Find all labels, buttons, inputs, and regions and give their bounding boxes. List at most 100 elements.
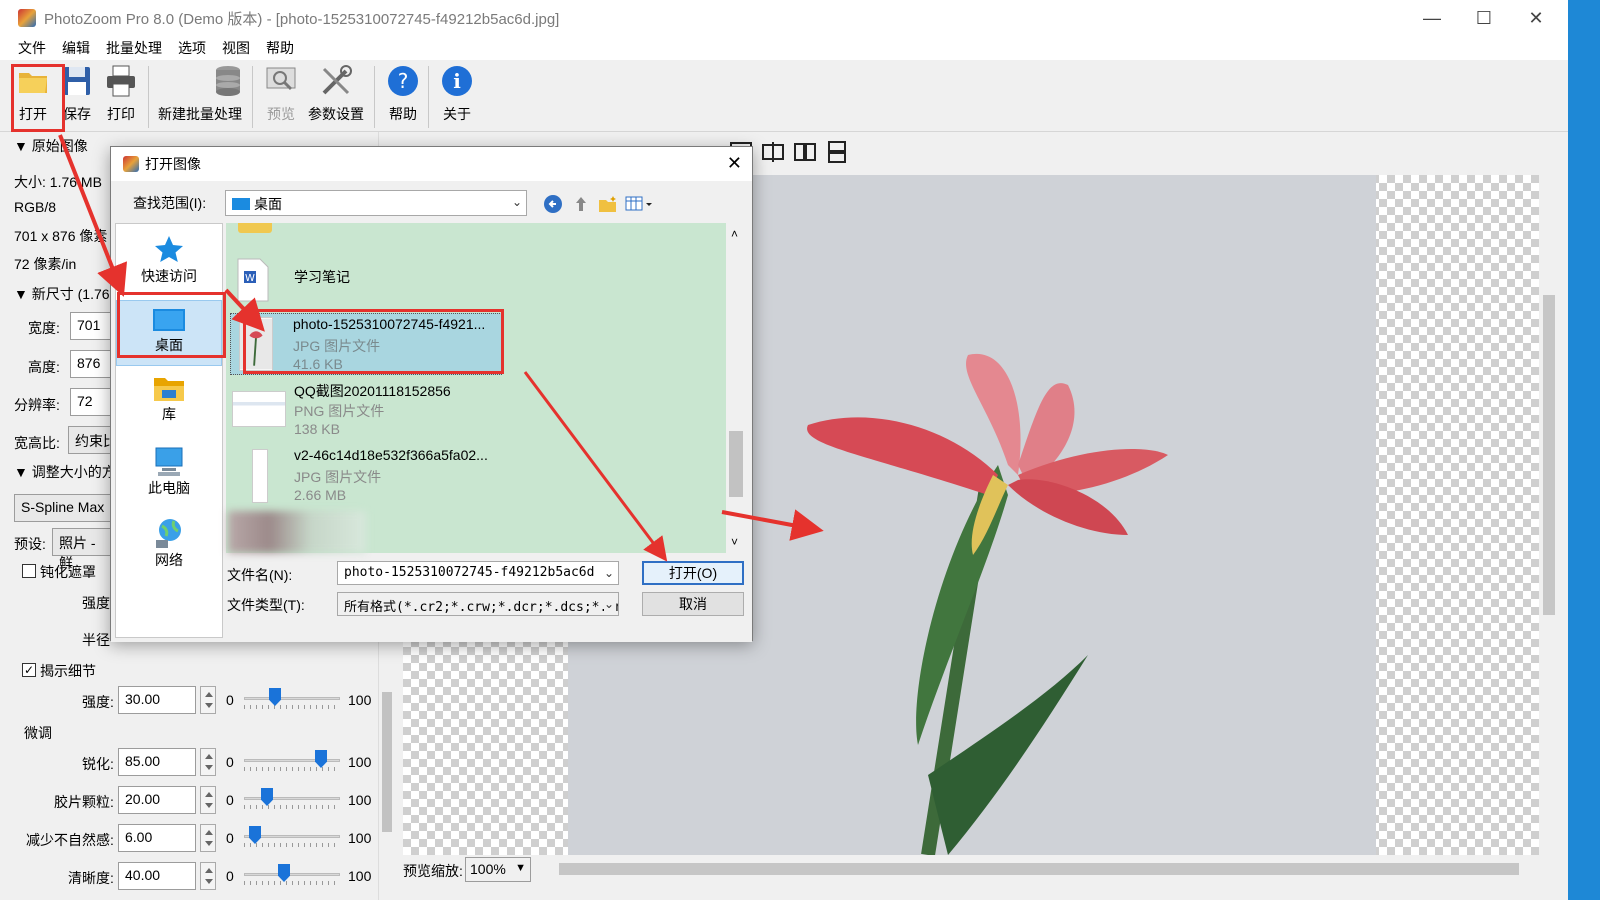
menu-batch[interactable]: 批量处理 [106,38,162,58]
chevron-down-icon: ⌄ [603,597,614,611]
file-list-scrollbar[interactable]: ˄ ˅ [726,223,746,553]
slider-thumb[interactable] [249,826,261,844]
save-button[interactable]: 保存 [60,64,94,124]
cancel-button[interactable]: 取消 [642,592,744,616]
artifact-reduction-field[interactable]: 6.00 [118,824,196,852]
chevron-down-icon: ⌄ [511,195,522,209]
print-button[interactable]: 打印 [104,64,138,124]
menu-help[interactable]: 帮助 [266,38,294,58]
split-center-icon[interactable] [760,140,786,164]
film-grain-spinner[interactable] [200,786,216,814]
top-bottom-icon[interactable] [824,140,850,164]
scrollbar-thumb[interactable] [382,692,392,832]
help-question-icon: ? [388,66,418,96]
filename-input[interactable]: photo-1525310072745-f49212b5ac6d ⌄ [337,561,619,585]
about-button[interactable]: i 关于 [440,64,474,124]
scrollbar-thumb[interactable] [1543,295,1555,615]
back-arrow-icon[interactable] [543,194,563,214]
reveal-strength-field[interactable]: 30.00 [118,686,196,714]
maximize-button[interactable]: ☐ [1458,0,1510,36]
original-image-header[interactable]: ▼ 原始图像 [14,136,88,156]
slider-thumb[interactable] [261,788,273,806]
file-item[interactable]: W 学习笔记 [232,253,512,303]
menu-options[interactable]: 选项 [178,38,206,58]
settings-button[interactable]: 参数设置 [308,64,364,124]
preview-vertical-scrollbar[interactable] [1539,175,1559,855]
reveal-detail-checkbox[interactable]: ✓ [22,663,36,677]
clarity-spinner[interactable] [200,862,216,890]
dialog-close-button[interactable]: ✕ [727,153,742,174]
resize-method-header[interactable]: ▼ 调整大小的方 [14,462,116,482]
artifact-reduction-slider[interactable] [244,826,340,847]
pixel-dimensions: 701 x 876 像素 [14,228,108,244]
film-grain-field[interactable]: 20.00 [118,786,196,814]
place-desktop[interactable]: 桌面 [116,300,222,366]
unsharp-mask-checkbox[interactable] [22,564,36,578]
menu-bar: 文件 编辑 批量处理 选项 视图 帮助 [0,36,1568,60]
close-button[interactable]: ✕ [1510,0,1562,36]
slider-thumb[interactable] [269,688,281,706]
minimize-button[interactable]: — [1406,0,1458,36]
reveal-strength-spinner[interactable] [200,686,216,714]
aspect-label: 宽高比: [14,435,60,451]
slider-min-label: 0 [226,830,234,846]
floppy-disk-icon [64,67,90,95]
resize-method-select[interactable]: S-Spline Max [14,494,124,522]
clarity-field[interactable]: 40.00 [118,862,196,890]
file-item-selected[interactable]: photo-1525310072745-f4921... JPG 图片文件 41… [230,313,502,375]
preview-monitor-icon [266,67,296,91]
reveal-detail-label: 揭示细节 [40,663,96,679]
place-quick-access[interactable]: 快速访问 [116,234,222,286]
preset-select[interactable]: 照片 - 鲜 [52,528,112,571]
help-button[interactable]: ? 帮助 [386,64,420,124]
word-document-icon: W [237,258,269,302]
new-folder-icon[interactable] [597,194,619,214]
desktop-icon [232,198,250,210]
new-batch-button[interactable]: 新建批量处理 [158,64,242,124]
zoom-select[interactable]: 100% ▼ [465,857,531,882]
new-size-header[interactable]: ▼ 新尺寸 (1.76 [14,284,110,304]
scrollbar-thumb[interactable] [559,863,1519,875]
network-globe-icon [156,519,181,548]
app-logo-icon [123,156,139,172]
view-menu-icon[interactable] [625,194,655,214]
look-in-select[interactable]: 桌面 ⌄ [225,190,527,216]
slider-thumb[interactable] [315,750,327,768]
scrollbar-thumb[interactable] [729,431,743,497]
dialog-body: 查找范围(I): 桌面 ⌄ 快速访问 桌面 库 此电脑 网络 W 学习笔记 ph… [111,181,752,642]
open-button[interactable]: 打开(O) [642,561,744,585]
chevron-down-icon: ⌄ [603,566,614,580]
sharpen-spinner[interactable] [200,748,216,776]
filetype-select[interactable]: 所有格式(*.cr2;*.crw;*.dcr;*.dcs;*.dn ⌄ [337,592,619,616]
preview-horizontal-scrollbar[interactable] [545,859,1545,879]
unsharp-strength-label: 强度 [82,595,110,611]
side-by-side-icon[interactable] [792,140,818,164]
reveal-strength-label: 强度: [82,694,114,710]
film-grain-slider[interactable] [244,788,340,809]
slider-thumb[interactable] [278,864,290,882]
preview-button[interactable]: 预览 [264,64,298,124]
look-in-label: 查找范围(I): [133,195,207,211]
up-folder-icon[interactable] [571,194,591,214]
filetype-label: 文件类型(T): [227,597,305,613]
sharpen-field[interactable]: 85.00 [118,748,196,776]
file-item[interactable]: QQ截图20201118152856 PNG 图片文件 138 KB [232,381,512,441]
width-label: 宽度: [28,320,60,336]
file-item[interactable]: v2-46c14d18e532f366a5fa02... JPG 图片文件 2.… [232,447,512,507]
open-button[interactable]: 打开 [16,64,50,124]
slider-max-label: 100 [348,830,372,846]
place-network[interactable]: 网络 [116,516,222,570]
chevron-down-icon: ▼ [515,862,526,874]
menu-file[interactable]: 文件 [18,38,46,58]
place-libraries[interactable]: 库 [116,374,222,424]
clarity-slider[interactable] [244,864,340,885]
chevron-down-icon[interactable]: ˅ [731,535,738,549]
reveal-strength-slider[interactable] [244,688,340,709]
file-type: JPG 图片文件 [293,338,381,354]
place-this-pc[interactable]: 此电脑 [116,446,222,498]
artifact-reduction-spinner[interactable] [200,824,216,852]
chevron-up-icon[interactable]: ˄ [731,227,738,241]
menu-edit[interactable]: 编辑 [62,38,90,58]
menu-view[interactable]: 视图 [222,38,250,58]
sharpen-slider[interactable] [244,750,340,771]
